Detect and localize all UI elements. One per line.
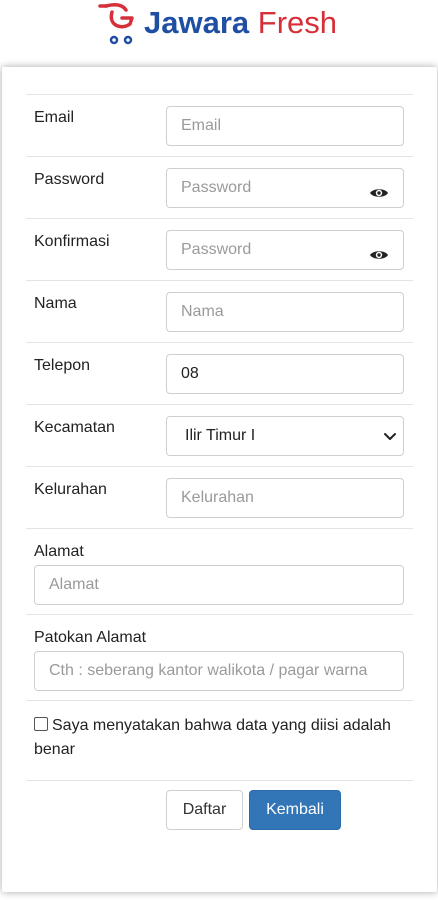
eye-icon[interactable] — [369, 186, 389, 200]
district-row: Kecamatan Ilir Timur I — [26, 404, 413, 466]
phone-label: Telepon — [34, 357, 91, 374]
brand-name: Jawara Fresh — [144, 0, 337, 46]
district-label: Kecamatan — [34, 419, 115, 436]
landmark-row: Patokan Alamat — [26, 614, 413, 700]
agreement: Saya menyatakan bahwa data yang diisi ad… — [34, 714, 394, 762]
cart-logo-icon — [98, 3, 134, 45]
agreement-text: Saya menyatakan bahwa data yang diisi ad… — [34, 717, 391, 758]
confirm-password-label: Konfirmasi — [34, 233, 110, 250]
divider — [26, 780, 413, 781]
brand-logo[interactable]: Jawara Fresh — [96, 0, 337, 46]
eye-icon[interactable] — [369, 248, 389, 262]
name-label: Nama — [34, 295, 77, 312]
name-input[interactable] — [166, 292, 404, 332]
village-input[interactable] — [166, 478, 404, 518]
village-row: Kelurahan — [26, 466, 413, 528]
email-row: Email — [26, 94, 413, 156]
address-input[interactable] — [34, 565, 404, 605]
district-select[interactable]: Ilir Timur I — [166, 416, 404, 456]
landmark-input[interactable] — [34, 651, 404, 691]
confirm-password-row: Konfirmasi — [26, 218, 413, 280]
header: Jawara Fresh — [0, 0, 438, 58]
agreement-checkbox[interactable] — [34, 717, 48, 731]
register-button[interactable]: Daftar — [166, 790, 243, 830]
phone-input[interactable] — [166, 354, 404, 394]
village-label: Kelurahan — [34, 481, 107, 498]
phone-row: Telepon — [26, 342, 413, 404]
landmark-label: Patokan Alamat — [34, 629, 147, 646]
back-button[interactable]: Kembali — [249, 790, 341, 830]
address-row: Alamat — [26, 528, 413, 614]
chevron-down-icon — [384, 433, 396, 440]
brand-name-part1: Jawara — [144, 5, 250, 40]
password-row: Password — [26, 156, 413, 218]
email-input[interactable] — [166, 106, 404, 146]
email-label: Email — [34, 109, 75, 126]
password-label: Password — [34, 171, 105, 188]
name-row: Nama — [26, 280, 413, 342]
address-label: Alamat — [34, 543, 84, 560]
district-selected-value: Ilir Timur I — [185, 427, 256, 444]
brand-name-part2: Fresh — [257, 5, 338, 40]
